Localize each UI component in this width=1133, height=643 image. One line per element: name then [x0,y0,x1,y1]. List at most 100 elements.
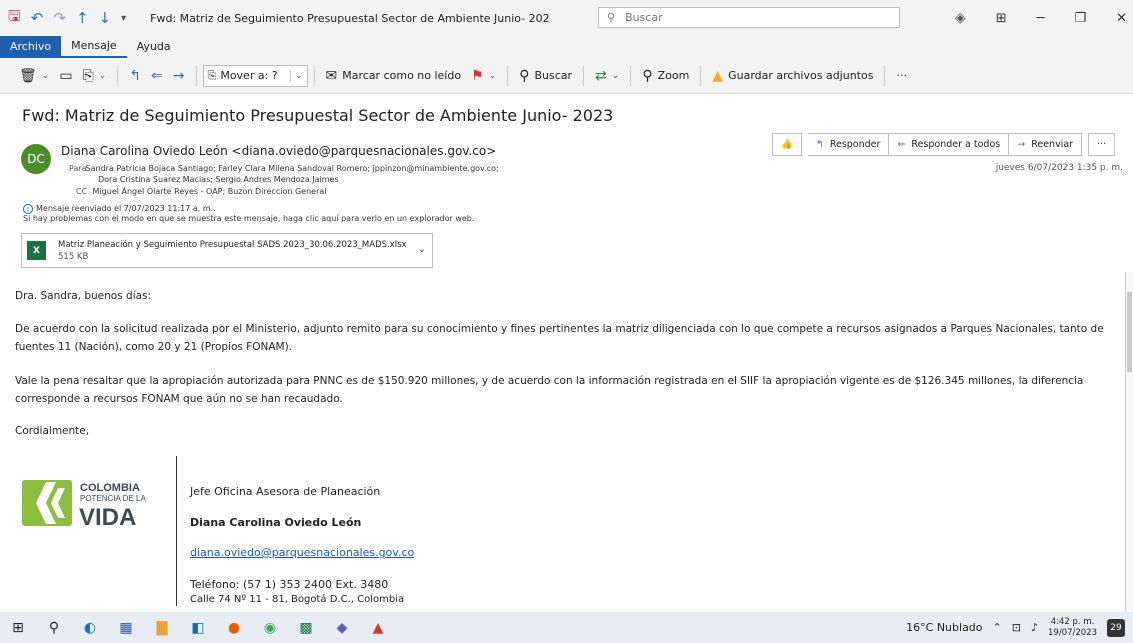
divider [884,65,886,86]
info-forwarded-text: Mensaje reenviado el 7/07/2023 11:17 a. … [36,204,216,213]
forward-icon: → [1017,139,1026,150]
restore-button[interactable]: ❐ [1074,11,1086,26]
excel-taskbar-icon[interactable]: ▩ [288,612,324,643]
message-actions: 👍 ↰ Responder ⇐ Responder a todos → Reenvia… [772,133,1116,156]
vertical-scrollbar[interactable] [1125,272,1133,612]
chevron-down-icon: ⌄ [611,70,620,81]
divider [117,65,119,86]
move-menu-button[interactable]: ⎘ ⌄ [78,63,112,89]
divider [630,65,632,86]
network-icon[interactable]: ⊡ [1012,621,1021,634]
volume-icon[interactable]: ♪ [1031,621,1038,634]
save-icon[interactable]: 🖫 [8,6,21,31]
chevron-down-icon: ⌄ [41,70,50,81]
chevron-down-icon[interactable]: ⌄ [418,244,426,255]
diamond-icon[interactable]: ◈ [955,10,966,26]
attachment-card[interactable]: X Matriz Planeación y Seguimiento Presup… [21,233,433,268]
body-paragraph-2: Vale la pena resaltar que la apropiación… [15,375,1084,405]
info-forwarded: i Mensaje reenviado el 7/07/2023 11:17 a.… [23,204,474,214]
minimize-button[interactable]: ─ [1037,11,1045,26]
body-closing: Cordialmente, [15,425,90,437]
redo-icon[interactable]: ↷ [53,9,66,27]
find-button[interactable]: ⚲ Buscar [514,63,577,89]
chevron-down-icon[interactable]: ⌄ [289,70,303,81]
translate-icon: ⇄ [595,67,607,84]
windows-start-icon[interactable]: ⊞ [0,612,36,643]
flag-button[interactable]: ⚑ ⌄ [466,63,501,89]
divider [700,65,702,86]
reply-all-button[interactable]: ⇐ Responder a todos [889,133,1010,156]
system-tray: 16°C Nublado ⌃ ⊡ ♪ 4:42 p. m. 19/07/2023… [906,612,1125,643]
tab-mensaje[interactable]: Mensaje [61,36,127,58]
envelope-icon: ✉ [325,67,338,84]
zoom-label: Zoom [657,69,690,82]
reply-icon: ↰ [129,67,142,84]
info-browser-view[interactable]: Si hay problemas con el modo en que se m… [23,214,474,224]
to-line-continued: Dora Cristina Suarez Macias; Sergio Andr… [98,175,339,184]
reply-toolbar-button[interactable]: ↰ [124,63,146,89]
more-options-button[interactable]: ··· [891,63,912,89]
notification-center-icon[interactable]: 29 [1107,618,1125,637]
translate-button[interactable]: ⇄ ⌄ [590,63,624,89]
zoom-button[interactable]: ⚲ Zoom [637,63,694,89]
teams-icon[interactable]: ◆ [324,612,360,643]
signature-divider [176,456,177,606]
outlook-icon[interactable]: ◧ [180,612,216,643]
more-actions-button[interactable]: ··· [1088,133,1116,156]
clock[interactable]: 4:42 p. m. 19/07/2023 [1048,617,1097,639]
reply-button[interactable]: ↰ Responder [807,133,890,156]
customize-quick-access-icon[interactable]: ▾ [121,13,126,24]
signature-email-link[interactable]: diana.oviedo@parquesnacionales.gov.co [190,546,414,559]
save-attachments-button[interactable]: ▲ Guardar archivos adjuntos [707,63,878,89]
mark-unread-button[interactable]: ✉ Marcar como no leído [321,63,467,89]
info-bar[interactable]: i Mensaje reenviado el 7/07/2023 11:17 a.… [23,204,474,224]
avatar[interactable]: DC [21,144,51,174]
archive-button[interactable]: ▭ [54,63,77,89]
quick-access-toolbar: 🖫 ↶ ↷ ↑ ↓ ▾ [0,6,126,31]
reply-all-toolbar-button[interactable]: ⇐ [146,63,168,89]
clock-date: 19/07/2023 [1048,627,1097,638]
tab-ayuda[interactable]: Ayuda [127,36,181,58]
google-drive-icon: ▲ [712,67,724,84]
cc-recipients[interactable]: Miguel Ángel Olarte Reyes - OAP; Buzon D… [93,187,327,196]
info-icon: i [23,204,33,214]
logo-line-1: COLOMBIA [80,482,140,494]
forward-toolbar-button[interactable]: → [168,63,190,89]
firefox-icon[interactable]: ● [216,612,252,643]
search-icon: ⚲ [519,67,530,84]
chevron-down-icon: ⌄ [98,70,107,81]
logo-line-3: VIDA [79,504,136,528]
divider [583,65,585,86]
edge-browser-icon[interactable]: ◐ [72,612,108,643]
divider [507,65,509,86]
chrome-icon[interactable]: ◉ [252,612,288,643]
move-to-dropdown[interactable]: ⎘ Mover a: ? ⌄ [202,64,308,87]
word-icon[interactable]: ▦ [108,612,144,643]
to-recipients-continued[interactable]: Dora Cristina Suarez Macias; Sergio Andr… [98,175,339,184]
thumbs-up-icon: 👍 [781,139,793,150]
undo-icon[interactable]: ↶ [31,9,44,27]
delete-button[interactable]: 🗑 ⌄ [14,63,54,89]
chevron-up-icon[interactable]: ⌃ [993,621,1002,634]
attachment-name: Matriz Planeación y Seguimiento Presupue… [58,239,407,250]
reply-all-label: Responder a todos [911,139,1001,150]
weather-widget[interactable]: 16°C Nublado [906,621,982,634]
chevron-down-icon: ⌄ [488,70,497,81]
close-button[interactable]: ✕ [1116,11,1127,26]
logo-line-2: POTENCIA DE LA [80,494,146,503]
next-item-icon[interactable]: ↓ [99,9,112,27]
to-recipients[interactable]: Sandra Patricia Bojaca Santiago; Farley … [86,164,499,173]
search-box[interactable]: ⚲ Buscar [598,7,900,28]
forward-button[interactable]: → Reenviar [1009,133,1083,156]
search-icon[interactable]: ⚲ [36,612,72,643]
sender[interactable]: Diana Carolina Oviedo León <diana.oviedo… [61,144,496,158]
scrollbar-thumb[interactable] [1127,292,1132,372]
cc-line: CC Miguel Ángel Olarte Reyes - OAP; Buzo… [76,187,326,196]
like-button[interactable]: 👍 [772,133,802,156]
previous-item-icon[interactable]: ↑ [76,9,89,27]
ribbon-display-options-icon[interactable]: ⊞ [996,11,1007,26]
acrobat-icon[interactable]: ▲ [360,612,396,643]
file-explorer-icon[interactable]: ▇ [144,612,180,643]
message-date: jueves 6/07/2023 1:35 p. m. [995,163,1123,173]
tab-archivo[interactable]: Archivo [0,36,62,58]
